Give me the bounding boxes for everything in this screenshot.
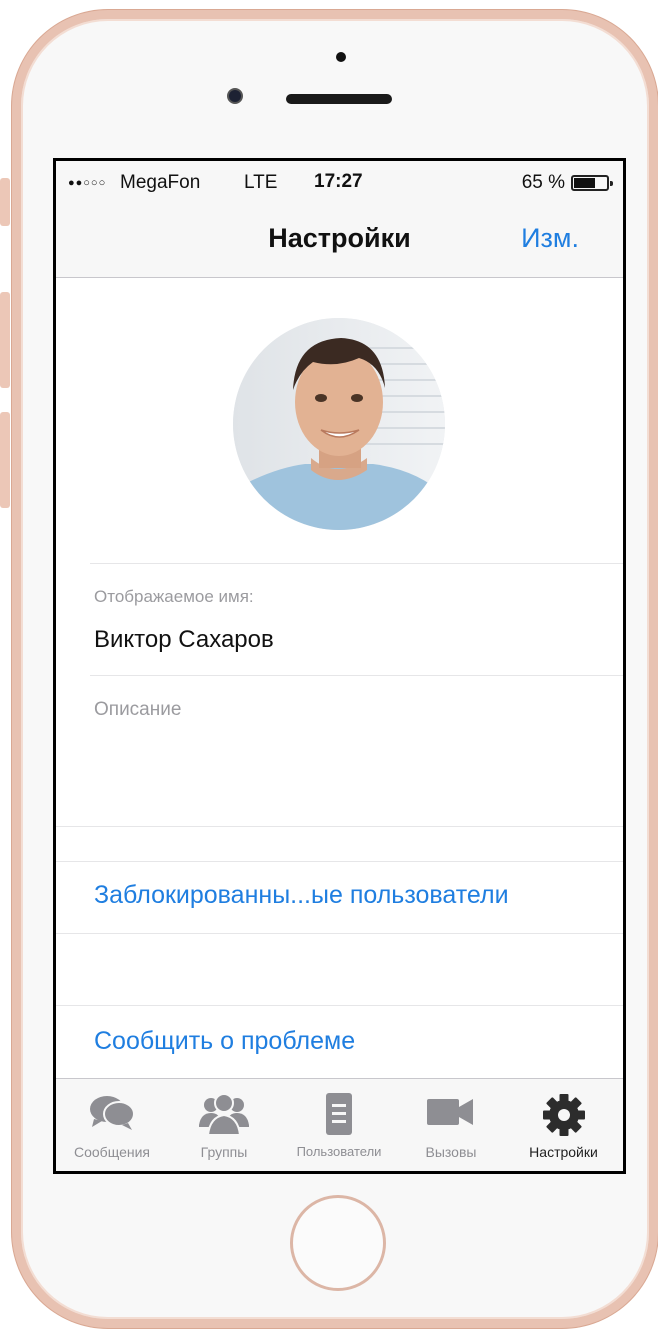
groups-icon [199, 1093, 249, 1135]
tab-users[interactable]: Пользователи [280, 1079, 398, 1171]
divider [90, 675, 623, 676]
tab-bar: Сообщения Группы Пользователи Вызовы Нас… [56, 1078, 623, 1171]
divider [56, 933, 623, 934]
divider [56, 826, 623, 827]
chat-bubbles-icon [90, 1096, 135, 1130]
contacts-icon [326, 1093, 352, 1135]
front-camera [227, 88, 243, 104]
edit-button[interactable]: Изм. [521, 223, 579, 254]
profile-photo [233, 318, 445, 530]
battery-percent: 65 % [521, 172, 565, 193]
mute-switch [0, 178, 10, 226]
video-camera-icon [427, 1099, 473, 1125]
network-type: LTE [244, 172, 278, 193]
divider [56, 1005, 623, 1006]
clock: 17:27 [314, 171, 363, 192]
carrier-name: MegaFon [120, 172, 201, 193]
gear-icon [542, 1094, 585, 1136]
display-name-label: Отображаемое имя: [94, 587, 254, 606]
navigation-bar: Настройки Изм. [56, 203, 623, 278]
tab-calls[interactable]: Вызовы [398, 1079, 504, 1171]
proximity-sensor [336, 52, 346, 62]
tab-label: Группы [200, 1144, 248, 1160]
status-bar: ●●○○○ MegaFon LTE 17:27 65 % [56, 161, 623, 203]
volume-up-button [0, 292, 10, 388]
volume-down-button [0, 412, 10, 508]
divider [56, 861, 623, 862]
tab-messages[interactable]: Сообщения [56, 1079, 168, 1171]
battery-icon [571, 175, 613, 191]
tab-label: Настройки [529, 1144, 598, 1160]
signal-strength-icon: ●●○○○ [68, 177, 107, 189]
description-field[interactable]: Описание [94, 699, 181, 721]
home-button[interactable] [290, 1195, 386, 1291]
display-name-field[interactable]: Виктор Сахаров [94, 626, 274, 654]
tab-settings[interactable]: Настройки [504, 1079, 623, 1171]
tab-label: Пользователи [296, 1144, 382, 1159]
tab-label: Вызовы [425, 1144, 477, 1160]
tab-groups[interactable]: Группы [168, 1079, 280, 1171]
divider [90, 563, 623, 564]
report-problem-link[interactable]: Сообщить о проблеме [94, 1027, 355, 1056]
screen: ●●○○○ MegaFon LTE 17:27 65 % Настройки И… [53, 158, 626, 1174]
avatar[interactable] [233, 318, 445, 530]
tab-label: Сообщения [74, 1144, 150, 1160]
earpiece-speaker [286, 94, 392, 104]
blocked-users-link[interactable]: Заблокированны...ые пользователи [94, 881, 509, 910]
